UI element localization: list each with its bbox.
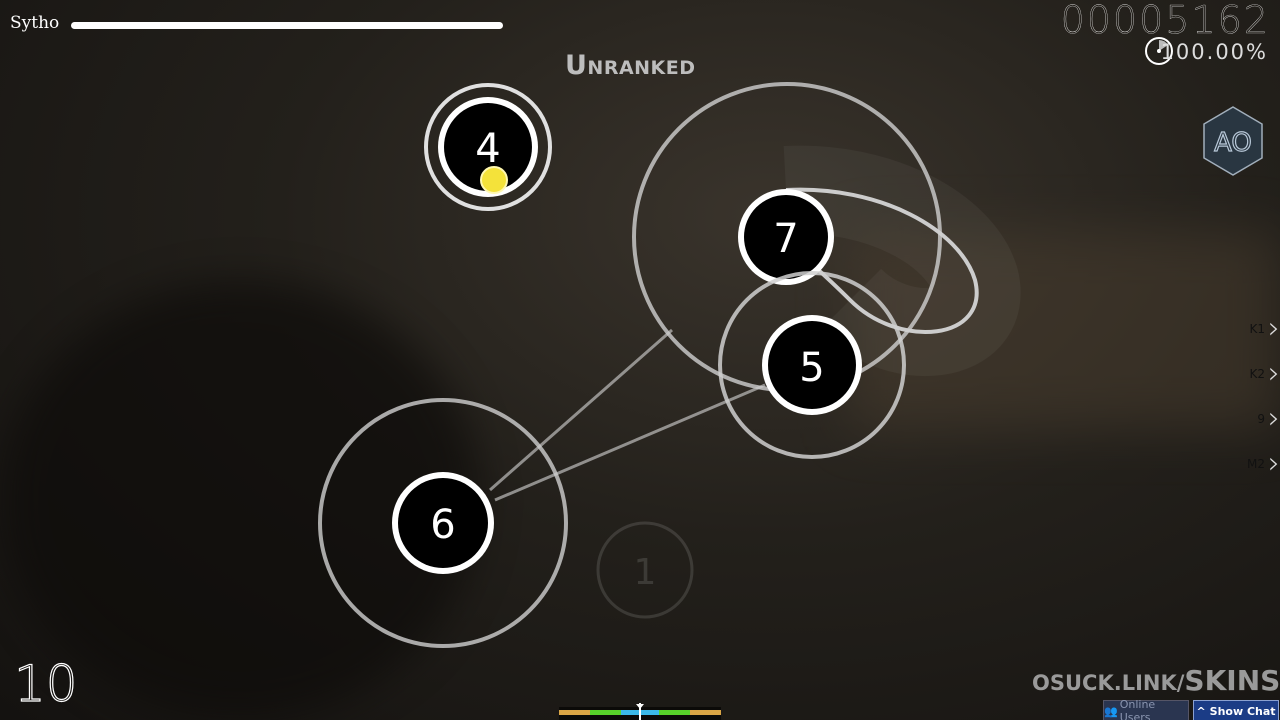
hit-error-bar: [559, 703, 721, 720]
svg-text:6: 6: [430, 502, 455, 548]
key-k2: K2 ›: [1249, 355, 1280, 391]
player-name: Sytho: [10, 13, 60, 33]
svg-text:4: 4: [475, 126, 500, 172]
playfield[interactable]: 1 7 5 6 4: [0, 0, 1280, 720]
gameplay-screen: 1 7 5 6 4 Sytho Unranked 00005162 100.00…: [0, 0, 1280, 720]
svg-text:5: 5: [799, 345, 824, 391]
health-bar: [71, 22, 503, 29]
key-k1: K1 ›: [1249, 310, 1280, 346]
show-chat-button[interactable]: ^ Show Chat: [1193, 700, 1279, 720]
accuracy: 100.00%: [1160, 40, 1268, 64]
cursor: [480, 166, 508, 194]
hit-circle-6[interactable]: 6: [318, 398, 568, 648]
users-icon: 👥: [1104, 704, 1118, 718]
follow-point-line: [489, 328, 673, 492]
svg-text:7: 7: [773, 216, 798, 262]
watermark: OSUCK.LINK/SKINS: [1032, 664, 1280, 697]
key-9: 9 ›: [1257, 400, 1280, 436]
mod-icon-autopilot: AO: [1201, 104, 1265, 178]
hit-circle-faded: 1: [596, 521, 694, 619]
svg-text:AO: AO: [1214, 128, 1252, 158]
key-overlay: K1 › K2 › 9 › M2 ›: [1240, 306, 1280, 486]
svg-text:1: 1: [634, 552, 657, 593]
ranked-status: Unranked: [565, 50, 696, 81]
chevron-up-icon: ^: [1196, 704, 1206, 718]
combo-counter: 10: [13, 654, 78, 713]
online-users-button[interactable]: 👥 Online Users: [1103, 698, 1189, 720]
key-m2: M2 ›: [1247, 445, 1280, 481]
